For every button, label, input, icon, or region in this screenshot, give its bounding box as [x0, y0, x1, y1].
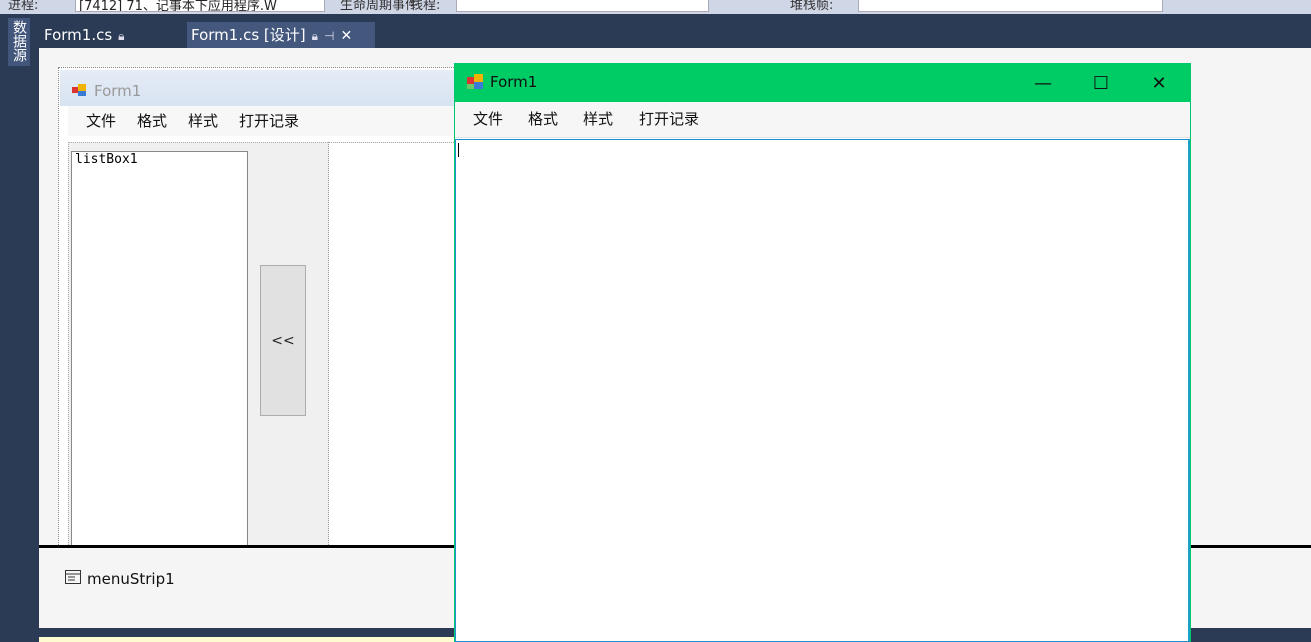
menu-file[interactable]: 文件	[473, 108, 503, 129]
menu-format[interactable]: 格式	[528, 108, 558, 129]
move-left-button[interactable]: <<	[260, 265, 306, 416]
tab-label: Form1.cs	[44, 26, 113, 44]
menustrip-icon	[65, 570, 81, 584]
thread-combo[interactable]	[456, 0, 709, 12]
process-combo[interactable]: [7412] 71、记事本下应用程序.W	[75, 0, 325, 12]
listbox-label: listBox1	[75, 152, 138, 167]
menustrip-component[interactable]: menuStrip1	[87, 570, 175, 588]
close-button[interactable]: ✕	[1130, 64, 1188, 102]
left-tool-strip	[0, 14, 39, 642]
maximize-button[interactable]: ☐	[1072, 64, 1130, 102]
lock-icon: 🔒︎	[118, 29, 125, 43]
info-strip	[39, 637, 459, 642]
lifecycle-button[interactable]: 生命周期事件	[340, 0, 418, 13]
design-menu-open-record[interactable]: 打开记录	[239, 110, 299, 131]
menu-style[interactable]: 样式	[583, 108, 613, 129]
running-form-title: Form1	[490, 73, 538, 91]
menu-open-record[interactable]: 打开记录	[639, 108, 699, 129]
form-icon	[72, 84, 86, 96]
text-caret	[458, 143, 459, 157]
tab-form1-cs[interactable]: Form1.cs 🔒︎	[39, 22, 187, 48]
design-menu-style[interactable]: 样式	[188, 110, 218, 131]
close-icon[interactable]: ✕	[340, 28, 352, 44]
running-menubar	[455, 102, 1190, 138]
design-menu-format[interactable]: 格式	[137, 110, 167, 131]
pin-icon[interactable]: ⊣	[324, 29, 334, 43]
minimize-button[interactable]: —	[1014, 64, 1072, 102]
design-form-title: Form1	[94, 82, 142, 100]
process-label: 进程:	[8, 0, 39, 13]
datasource-side-tab[interactable]: 数据源	[8, 18, 30, 66]
thread-label: 线程:	[410, 0, 441, 13]
design-right-panel[interactable]	[329, 143, 458, 546]
tab-label: Form1.cs [设计]	[191, 26, 306, 44]
tab-form1-design[interactable]: Form1.cs [设计] 🔒︎ ⊣ ✕	[187, 22, 375, 48]
stack-combo[interactable]	[858, 0, 1163, 12]
debug-toolbar: 进程: [7412] 71、记事本下应用程序.W 生命周期事件 线程: 堆栈帧:	[0, 0, 1311, 14]
splitter[interactable]	[328, 142, 330, 547]
form-icon	[467, 74, 483, 89]
editor-textbox[interactable]	[455, 139, 1190, 642]
stack-label: 堆栈帧:	[790, 0, 834, 13]
design-listbox[interactable]	[71, 151, 248, 547]
design-menu-file[interactable]: 文件	[86, 110, 116, 131]
lock-icon: 🔒︎	[311, 29, 319, 43]
